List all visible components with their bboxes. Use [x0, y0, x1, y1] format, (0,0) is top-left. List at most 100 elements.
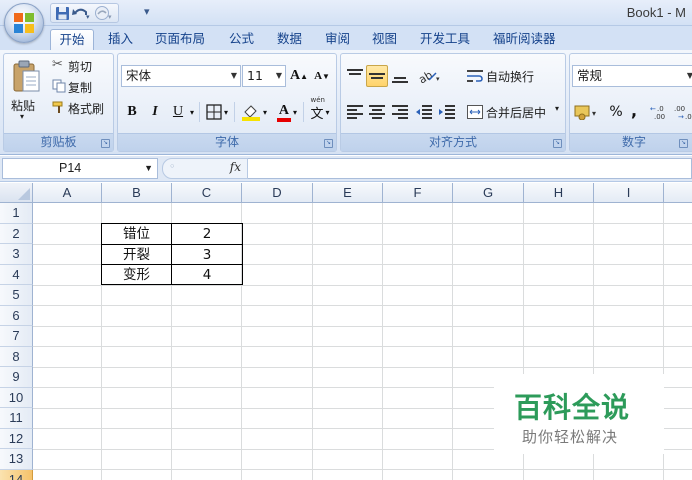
- formula-input[interactable]: [248, 158, 692, 179]
- font-color-button[interactable]: A ▾: [273, 101, 301, 123]
- cell-c2[interactable]: 2: [172, 224, 242, 245]
- decrease-decimal-icon[interactable]: .00 → .0: [674, 101, 692, 123]
- redo-icon[interactable]: ▾: [92, 5, 114, 21]
- cell-c3[interactable]: 3: [172, 245, 242, 266]
- cut-button[interactable]: 剪切: [68, 58, 92, 75]
- bold-button[interactable]: B: [122, 101, 142, 123]
- merge-center-dropdown-icon[interactable]: ▾: [555, 104, 559, 113]
- row-header[interactable]: 6: [0, 305, 33, 326]
- office-button[interactable]: [4, 3, 44, 43]
- row-header[interactable]: 1: [0, 203, 33, 224]
- svg-text:←: ←: [650, 105, 656, 113]
- merge-center-icon[interactable]: [464, 101, 486, 123]
- decrease-indent-icon[interactable]: [413, 101, 435, 123]
- font-name-select[interactable]: 宋体 ▼: [121, 65, 241, 87]
- format-painter-button[interactable]: 格式刷: [68, 100, 104, 117]
- shrink-font-icon: A: [314, 70, 323, 82]
- align-middle-icon[interactable]: [366, 65, 388, 87]
- column-header-i[interactable]: I: [594, 183, 664, 203]
- tab-foxit-reader[interactable]: 福昕阅读器: [493, 29, 556, 50]
- undo-icon[interactable]: ▾: [72, 5, 90, 21]
- row-header[interactable]: 8: [0, 346, 33, 367]
- align-left-icon[interactable]: [344, 101, 366, 123]
- tab-data[interactable]: 数据: [277, 29, 302, 50]
- increase-decimal-icon[interactable]: ← .0.00: [650, 101, 672, 123]
- tab-developer[interactable]: 开发工具: [420, 29, 470, 50]
- number-format-value: 常规: [577, 68, 603, 83]
- cell-b3[interactable]: 开裂: [102, 245, 171, 266]
- tab-page-layout[interactable]: 页面布局: [155, 29, 205, 50]
- row-header[interactable]: 12: [0, 428, 33, 449]
- row-header[interactable]: 3: [0, 244, 33, 265]
- row-header[interactable]: 11: [0, 408, 33, 429]
- align-center-icon[interactable]: [366, 101, 388, 123]
- name-box[interactable]: P14 ▼: [2, 158, 158, 179]
- tab-formulas[interactable]: 公式: [229, 29, 254, 50]
- select-all-button[interactable]: [0, 183, 33, 203]
- number-group-label: 数字: [570, 133, 692, 151]
- italic-button[interactable]: I: [145, 101, 165, 123]
- cell-b4[interactable]: 变形: [102, 265, 171, 286]
- orientation-icon[interactable]: ab ▾: [415, 65, 445, 87]
- svg-text:▾: ▾: [436, 75, 440, 83]
- column-header-e[interactable]: E: [313, 183, 383, 203]
- font-launcher-icon[interactable]: ↘: [324, 139, 333, 148]
- align-bottom-icon[interactable]: [389, 65, 411, 87]
- paste-dropdown-icon[interactable]: ▾: [20, 112, 24, 121]
- column-header-a[interactable]: A: [33, 183, 102, 203]
- row-header[interactable]: 2: [0, 223, 33, 244]
- svg-text:▾: ▾: [592, 109, 596, 118]
- number-format-select[interactable]: 常规 ▼: [572, 65, 692, 87]
- tab-review[interactable]: 审阅: [325, 29, 350, 50]
- comma-style-button[interactable]: ,: [627, 99, 641, 121]
- paste-icon[interactable]: [8, 58, 44, 94]
- phonetic-button[interactable]: wén 文 ▾: [305, 96, 335, 123]
- customize-qat-icon[interactable]: ▾: [144, 5, 150, 18]
- number-launcher-icon[interactable]: ↘: [679, 139, 688, 148]
- tab-insert[interactable]: 插入: [108, 29, 133, 50]
- increase-indent-icon[interactable]: [436, 101, 458, 123]
- alignment-launcher-icon[interactable]: ↘: [553, 139, 562, 148]
- save-icon[interactable]: [55, 5, 70, 21]
- font-size-select[interactable]: 11 ▼: [242, 65, 286, 87]
- row-header-active[interactable]: 14: [0, 469, 33, 480]
- tab-home[interactable]: 开始: [50, 29, 94, 50]
- wrap-text-icon[interactable]: [464, 65, 486, 87]
- shrink-font-button[interactable]: A ▼: [312, 65, 332, 87]
- column-header-j[interactable]: [664, 183, 692, 203]
- cell-c4[interactable]: 4: [172, 265, 242, 286]
- borders-button[interactable]: ▾: [202, 101, 232, 123]
- align-top-icon[interactable]: [344, 65, 366, 87]
- wrap-text-button[interactable]: 自动换行: [486, 68, 534, 85]
- name-box-value: P14: [59, 161, 82, 175]
- column-header-g[interactable]: G: [453, 183, 524, 203]
- clipboard-launcher-icon[interactable]: ↘: [101, 139, 110, 148]
- underline-dropdown-icon[interactable]: ▾: [188, 101, 196, 123]
- column-header-b[interactable]: B: [102, 183, 172, 203]
- row-header[interactable]: 4: [0, 264, 33, 285]
- merge-center-button[interactable]: 合并后居中: [486, 104, 546, 121]
- column-header-f[interactable]: F: [383, 183, 453, 203]
- insert-function-button[interactable]: fx: [230, 160, 241, 174]
- column-header-h[interactable]: H: [524, 183, 594, 203]
- row-header[interactable]: 9: [0, 367, 33, 388]
- align-right-icon[interactable]: [389, 101, 411, 123]
- tab-view[interactable]: 视图: [372, 29, 397, 50]
- column-header-c[interactable]: C: [172, 183, 242, 203]
- accounting-format-icon[interactable]: ▾: [573, 101, 603, 123]
- row-header[interactable]: 7: [0, 326, 33, 347]
- row-header[interactable]: 13: [0, 449, 33, 470]
- percent-style-button[interactable]: %: [607, 101, 625, 123]
- copy-icon: [52, 79, 66, 96]
- row-header[interactable]: 5: [0, 285, 33, 306]
- svg-text:▾: ▾: [86, 13, 90, 20]
- row-header[interactable]: 10: [0, 387, 33, 408]
- chevron-down-icon[interactable]: ▼: [144, 159, 153, 178]
- fill-color-button[interactable]: ▾: [237, 101, 271, 123]
- column-header-d[interactable]: D: [242, 183, 313, 203]
- copy-button[interactable]: 复制: [68, 79, 92, 96]
- cell-b2[interactable]: 错位: [102, 224, 171, 245]
- formula-bar: P14 ▼ ◦ fx: [0, 156, 692, 182]
- grow-font-button[interactable]: A ▲: [289, 65, 309, 87]
- underline-button[interactable]: U: [168, 101, 188, 123]
